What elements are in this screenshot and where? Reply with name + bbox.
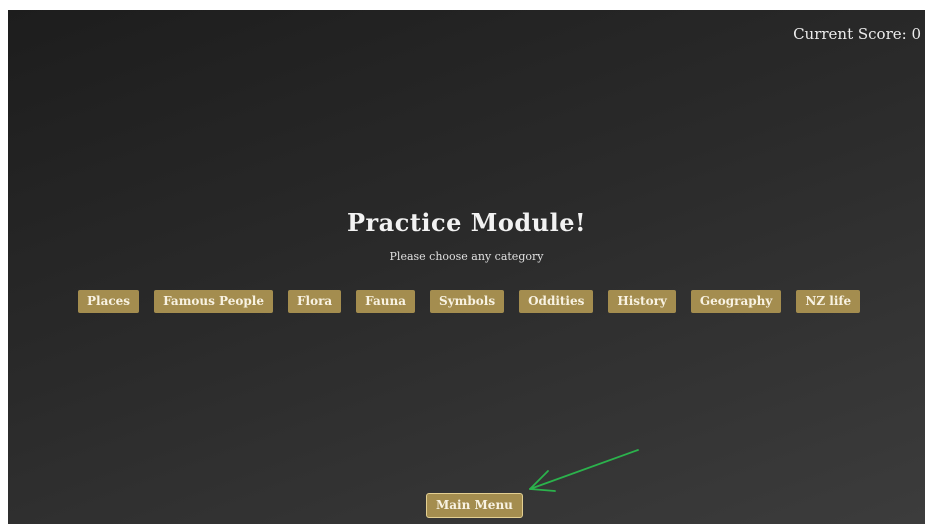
category-button-geography[interactable]: Geography — [690, 290, 782, 313]
category-button-symbols[interactable]: Symbols — [430, 290, 505, 313]
page-title: Practice Module! — [346, 208, 587, 237]
category-button-nz-life[interactable]: NZ life — [796, 290, 861, 313]
annotation-arrow-icon — [529, 449, 639, 492]
category-button-flora[interactable]: Flora — [287, 290, 342, 313]
category-button-places[interactable]: Places — [78, 290, 140, 313]
game-screen: Current Score: 0 Practice Module! Please… — [8, 10, 925, 524]
category-button-history[interactable]: History — [608, 290, 676, 313]
page-subtitle: Please choose any category — [389, 250, 544, 263]
main-menu-button[interactable]: Main Menu — [426, 493, 523, 518]
category-button-famous-people[interactable]: Famous People — [154, 290, 273, 313]
current-score: Current Score: 0 — [793, 25, 921, 43]
category-bar: Places Famous People Flora Fauna Symbols… — [78, 290, 861, 313]
category-button-fauna[interactable]: Fauna — [356, 290, 416, 313]
category-button-oddities[interactable]: Oddities — [519, 290, 594, 313]
